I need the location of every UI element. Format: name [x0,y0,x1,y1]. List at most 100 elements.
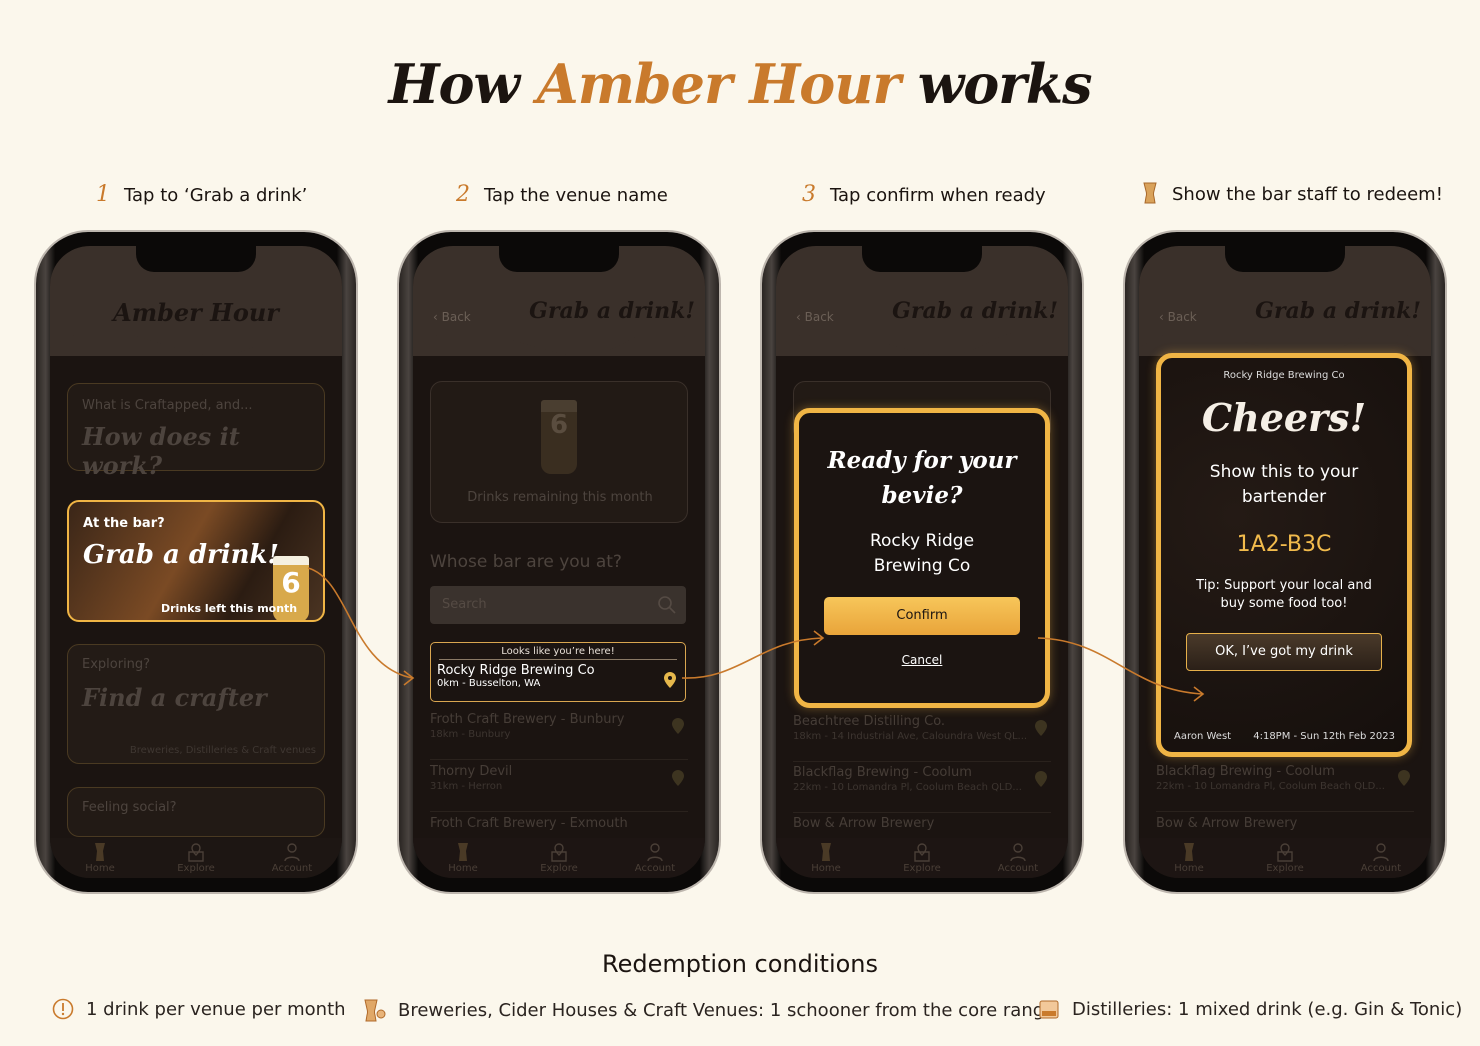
venue-sub: 22km - 10 Lomandra Pl, Coolum Beach QLD.… [793,782,1022,793]
notch [862,246,982,272]
modal-tip: Tip: Support your local and buy some foo… [1196,578,1372,611]
venue-item[interactable]: Bow & Arrow Brewery [793,812,1051,834]
back-button[interactable]: ‹ Back [796,310,834,324]
redeem-timestamp: 4:18PM - Sun 12th Feb 2023 [1253,731,1395,742]
map-pin-icon [1277,843,1293,862]
nav-label: Home [1174,863,1204,874]
venue-item[interactable]: Froth Craft Brewery - Bunbury 18km - Bunb… [430,708,688,760]
back-label: Back [441,310,471,324]
venue-sub: 18km - Bunbury [430,729,511,740]
search-input[interactable]: Search [430,586,686,624]
search-placeholder: Search [442,597,487,612]
screen: Amber Hour What is Craftapped, and... Ho… [50,246,342,878]
map-pin-icon [664,672,676,688]
condition-text: 1 drink per venue per month [86,998,346,1020]
title-brand: Amber Hour [536,52,901,116]
venue-item[interactable]: Bow & Arrow Brewery [1156,812,1414,834]
card-caption: Breweries, Distilleries & Craft venues [129,745,316,756]
card-kicker: Feeling social? [82,800,177,815]
nav-account[interactable]: Account [1346,842,1416,875]
venue-name: Rocky Ridge Brewing Co [437,663,595,678]
account-icon [284,843,300,862]
phone-redeem: ‹ Back Grab a drink! Rocky Ridge Brewing… [1125,232,1445,892]
nav-label: Explore [540,863,578,874]
feeling-social-card[interactable]: Feeling social? [67,787,325,837]
step-text: Tap the venue name [484,185,668,206]
condition-item: Breweries, Cider Houses & Craft Venues: … [362,998,1055,1022]
modal-venue: Rocky Ridge Brewing Co [869,531,975,576]
venue-item[interactable]: Blackflag Brewing - Coolum 22km - 10 Loma… [1156,760,1414,812]
screen-title: Grab a drink! [529,298,695,324]
schooner-icon [364,999,386,1022]
back-button[interactable]: ‹ Back [433,310,471,324]
step-text: Tap to ‘Grab a drink’ [124,185,308,206]
venue-name: Froth Craft Brewery - Exmouth [430,816,628,831]
title-post: works [899,52,1093,116]
nav-account[interactable]: Account [257,842,327,875]
nav-home[interactable]: Home [428,842,498,875]
beer-glass-icon [821,843,831,861]
nav-explore[interactable]: Explore [524,842,594,875]
conditions-heading: Redemption conditions [601,950,879,978]
venue-item[interactable]: Froth Craft Brewery - Exmouth [430,812,688,834]
nav-explore[interactable]: Explore [1250,842,1320,875]
condition-text: Breweries, Cider Houses & Craft Venues: … [398,999,1056,1021]
step-text: Show the bar staff to redeem! [1172,184,1443,205]
nav-account[interactable]: Account [983,842,1053,875]
screen: ‹ Back Grab a drink! Rocky Ridge Brewing… [1139,246,1431,878]
nav-home[interactable]: Home [791,842,861,875]
card-kicker: At the bar? [83,516,165,531]
screen-title: Grab a drink! [892,298,1058,324]
back-label: Back [804,310,834,324]
alert-circle-icon [52,998,74,1020]
beer-glass-icon [1184,843,1194,861]
map-pin-icon [1398,770,1410,786]
user-name: Aaron West [1174,731,1232,742]
card-title: Find a crafter [82,683,267,712]
map-pin-icon [188,843,204,862]
card-kicker: Exploring? [82,657,151,672]
nav-label: Account [271,863,313,874]
bottom-nav: Home Explore Account [776,838,1068,878]
venue-name: Blackflag Brewing - Coolum [1156,764,1335,779]
step-number: 1 [96,182,110,207]
ok-got-drink-button[interactable]: OK, I’ve got my drink [1186,633,1382,671]
nav-explore[interactable]: Explore [161,842,231,875]
map-pin-icon [672,718,684,734]
venue-item[interactable]: Beachtree Distilling Co. 18km - 14 Indust… [793,710,1051,762]
modal-title: Cheers! [1201,395,1367,440]
venue-question: Whose bar are you at? [430,552,622,572]
card-kicker: What is Craftapped, and... [82,398,253,413]
confirm-button[interactable]: Confirm [824,597,1020,635]
nav-label: Account [997,863,1039,874]
venue-item[interactable]: Thorny Devil 31km - Herron [430,760,688,812]
back-button[interactable]: ‹ Back [1159,310,1197,324]
step-4: Show the bar staff to redeem! [1142,182,1443,205]
venue-name: Bow & Arrow Brewery [1156,816,1298,831]
venue-sub: 0km - Busselton, WA [437,678,541,689]
nav-explore[interactable]: Explore [887,842,957,875]
grab-a-drink-card[interactable]: At the bar? Grab a drink! 6 Drinks left … [67,500,325,622]
nav-account[interactable]: Account [620,842,690,875]
cancel-button[interactable]: Cancel [799,653,1045,667]
drinks-caption: Drinks remaining this month [467,490,653,505]
venue-item[interactable]: Blackflag Brewing - Coolum 22km - 10 Loma… [793,761,1051,813]
notch [1225,246,1345,272]
how-it-works-card[interactable]: What is Craftapped, and... How does it w… [67,383,325,480]
drinks-count: 6 [281,566,301,599]
card-caption: Drinks left this month [161,602,298,615]
drinks-remaining-card: 6 Drinks remaining this month [430,381,688,523]
condition-item: Distilleries: 1 mixed drink (e.g. Gin & … [1038,998,1462,1020]
venue-name: Thorny Devil [430,764,513,779]
beer-glass-icon [95,843,105,861]
find-a-crafter-card[interactable]: Exploring? Find a crafter Breweries, Dis… [67,644,325,764]
venue-sub: 22km - 10 Lomandra Pl, Coolum Beach QLD.… [1156,781,1385,792]
nav-home[interactable]: Home [1154,842,1224,875]
phone-venue-select: ‹ Back Grab a drink! 6 Drinks remaining … [399,232,719,892]
nav-home[interactable]: Home [65,842,135,875]
current-venue-item[interactable]: Looks like you’re here! Rocky Ridge Brew… [430,642,686,702]
beer-glass-icon [458,843,468,861]
nav-label: Explore [1266,863,1304,874]
step-2: 2 Tap the venue name [456,182,668,207]
step-3: 3 Tap confirm when ready [802,182,1046,207]
